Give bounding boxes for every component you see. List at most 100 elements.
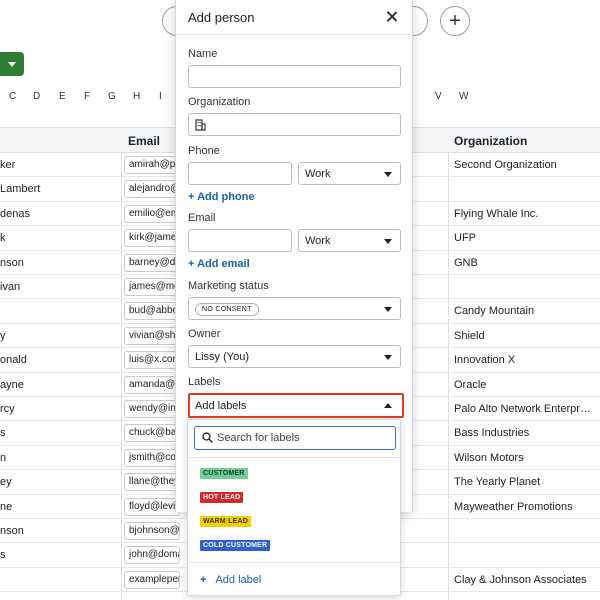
caret-down-icon (384, 239, 392, 244)
header-organization[interactable]: Organization (454, 134, 527, 148)
organization-cell: The Yearly Planet (454, 476, 541, 489)
column-letter: C (9, 91, 17, 102)
green-dropdown-button[interactable] (0, 52, 24, 76)
email-cell: kirk@james (124, 229, 180, 248)
caret-down-icon (384, 172, 392, 177)
label-search-input[interactable] (217, 430, 387, 446)
person-name-cell: ker (0, 159, 16, 171)
add-phone-link[interactable]: + Add phone (188, 191, 255, 203)
name-label: Name (188, 48, 218, 60)
column-letter: F (84, 91, 91, 102)
email-cell: barney@do (124, 253, 180, 272)
email-type-select[interactable]: Work (298, 229, 401, 252)
person-name-cell: ayne (0, 378, 24, 391)
organization-cell: Flying Whale Inc. (454, 207, 539, 220)
phone-input[interactable] (188, 162, 292, 185)
email-cell: james@mo (124, 278, 180, 296)
email-cell: alejandro@ (124, 180, 180, 199)
email-cell: llane@they (124, 473, 180, 492)
header-email[interactable]: Email (128, 134, 160, 148)
person-name-cell: y (0, 329, 6, 342)
person-name-cell: ivan (0, 281, 21, 293)
column-letter: V (435, 91, 442, 102)
person-name-cell: rcy (0, 403, 15, 415)
person-name-cell: nson (0, 525, 24, 537)
organization-cell: Bass Industries (454, 427, 530, 440)
email-label: Email (188, 212, 216, 224)
organization-cell: UFP (454, 232, 476, 245)
owner-label: Owner (188, 328, 221, 340)
labels-placeholder: Add labels (195, 400, 247, 412)
organization-cell: Candy Mountain (454, 305, 535, 318)
email-cell: bjohnson@jo (124, 522, 180, 540)
person-name-cell: Lambert (0, 183, 41, 196)
email-cell: chuck@bas (124, 424, 180, 443)
modal-header: Add person (176, 0, 412, 35)
add-icon[interactable]: + (440, 6, 470, 36)
labels-select[interactable]: Add labels (188, 393, 404, 418)
building-icon (195, 119, 206, 131)
label-search-box[interactable] (194, 426, 396, 450)
dropdown-divider (188, 457, 400, 458)
add-label-text: Add label (215, 574, 262, 586)
person-name-cell: s (0, 549, 6, 562)
consent-badge: NO CONSENT (195, 303, 259, 316)
modal-title: Add person (188, 10, 255, 25)
close-icon[interactable] (385, 10, 399, 24)
organization-cell: GNB (454, 256, 478, 269)
dropdown-divider (188, 562, 400, 563)
phone-type-select[interactable]: Work (298, 162, 401, 185)
chevron-down-icon (8, 61, 16, 67)
label-option-customer[interactable]: CUSTOMER (200, 468, 248, 479)
person-name-cell: ey (0, 476, 12, 489)
email-cell: jsmith@co (124, 448, 180, 467)
name-input[interactable] (188, 65, 401, 88)
organization-cell: Clay & Johnson Associates (454, 573, 587, 586)
marketing-status-label: Marketing status (188, 280, 269, 292)
plus-icon: + (200, 574, 207, 586)
organization-cell: Wilson Motors (454, 451, 524, 464)
label-option-warm-lead[interactable]: WARM LEAD (200, 516, 251, 527)
marketing-status-select[interactable]: NO CONSENT (188, 297, 401, 320)
email-cell: floyd@levi (124, 497, 180, 516)
person-name-cell: k (0, 232, 6, 245)
person-name-cell: denas (0, 207, 30, 220)
email-cell: wendy@ind (124, 400, 180, 418)
phone-label: Phone (188, 145, 220, 157)
phone-type-value: Work (305, 168, 331, 180)
email-type-value: Work (305, 235, 331, 247)
organization-cell: Palo Alto Network Enterpr… (454, 403, 591, 415)
owner-select[interactable]: Lissy (You) (188, 345, 401, 368)
organization-cell: Mayweather Promotions (454, 500, 573, 513)
column-letter: D (33, 91, 41, 102)
add-label-button[interactable]: + Add label (200, 574, 261, 586)
organization-cell: Second Organization (454, 159, 557, 171)
label-option-hot-lead[interactable]: HOT LEAD (200, 492, 244, 503)
email-input[interactable] (188, 229, 292, 252)
email-cell: examplepers (124, 570, 180, 589)
caret-down-icon (384, 355, 392, 360)
email-cell: amanda@p (124, 375, 180, 394)
organization-cell: Oracle (454, 378, 487, 391)
search-icon (202, 432, 213, 443)
column-letter: I (159, 91, 162, 102)
email-cell: emilio@em (124, 204, 180, 223)
person-name-cell: ne (0, 500, 13, 513)
caret-up-icon (384, 403, 392, 408)
person-name-cell: n (0, 451, 7, 464)
organization-input[interactable] (188, 113, 401, 136)
email-cell: john@domai (124, 546, 180, 565)
person-name-cell: s (0, 427, 6, 440)
label-option-cold-customer[interactable]: COLD CUSTOMER (200, 540, 271, 551)
column-letter: G (108, 91, 116, 102)
caret-down-icon (384, 307, 392, 312)
column-letter: E (59, 91, 66, 102)
owner-value: Lissy (You) (195, 351, 250, 363)
email-cell: luis@x.com (124, 351, 180, 370)
add-email-link[interactable]: + Add email (188, 258, 250, 270)
organization-cell: Innovation X (454, 354, 516, 367)
email-cell: vivian@shi (124, 326, 180, 345)
organization-cell: Shield (454, 329, 485, 342)
organization-label: Organization (188, 96, 251, 108)
labels-label: Labels (188, 376, 221, 388)
